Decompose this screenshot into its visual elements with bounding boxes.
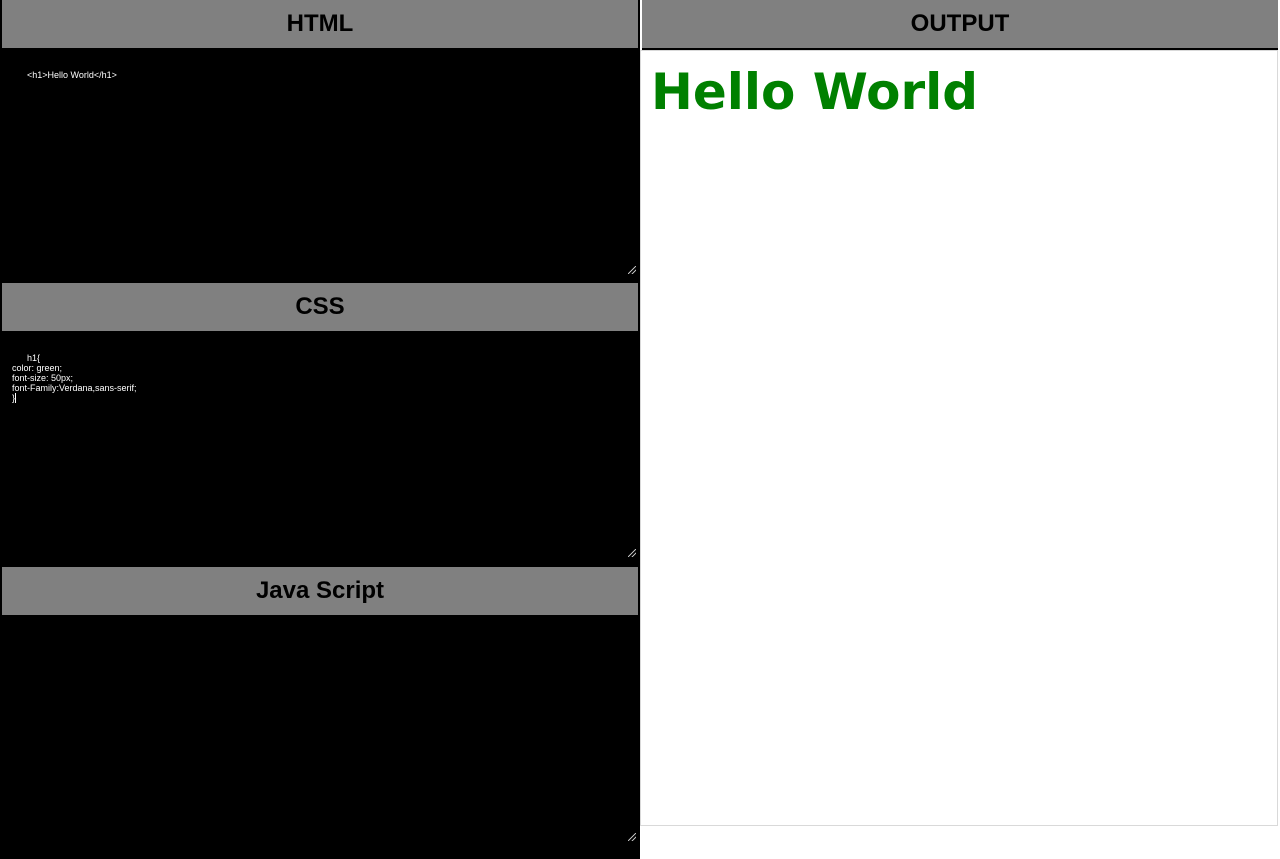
output-pane-header: OUTPUT — [642, 0, 1278, 50]
css-editor-code: h1{ color: green; font-size: 50px; font-… — [12, 353, 137, 403]
text-caret-icon — [15, 393, 17, 403]
resize-grip-icon[interactable] — [628, 549, 636, 557]
js-pane-header: Java Script — [2, 567, 638, 615]
editor-column: HTML <h1>Hello World</h1> CSS h1{ color:… — [0, 0, 640, 859]
css-pane-header: CSS — [2, 283, 638, 331]
output-heading: Hello World — [651, 63, 979, 121]
resize-grip-icon[interactable] — [628, 266, 636, 274]
js-pane-title: Java Script — [255, 577, 385, 604]
js-editor[interactable] — [2, 617, 638, 843]
html-pane-title: HTML — [286, 10, 354, 37]
output-column: OUTPUT Hello World — [640, 0, 1280, 859]
resize-grip-icon[interactable] — [628, 833, 636, 841]
output-pane-title: OUTPUT — [910, 10, 1010, 37]
code-playground: HTML <h1>Hello World</h1> CSS h1{ color:… — [0, 0, 1280, 859]
output-frame[interactable]: Hello World — [640, 50, 1278, 826]
css-pane-title: CSS — [295, 293, 345, 320]
html-editor-code: <h1>Hello World</h1> — [27, 70, 117, 80]
html-pane-header: HTML — [2, 0, 638, 48]
css-editor[interactable]: h1{ color: green; font-size: 50px; font-… — [2, 333, 638, 559]
html-editor[interactable]: <h1>Hello World</h1> — [2, 50, 638, 276]
